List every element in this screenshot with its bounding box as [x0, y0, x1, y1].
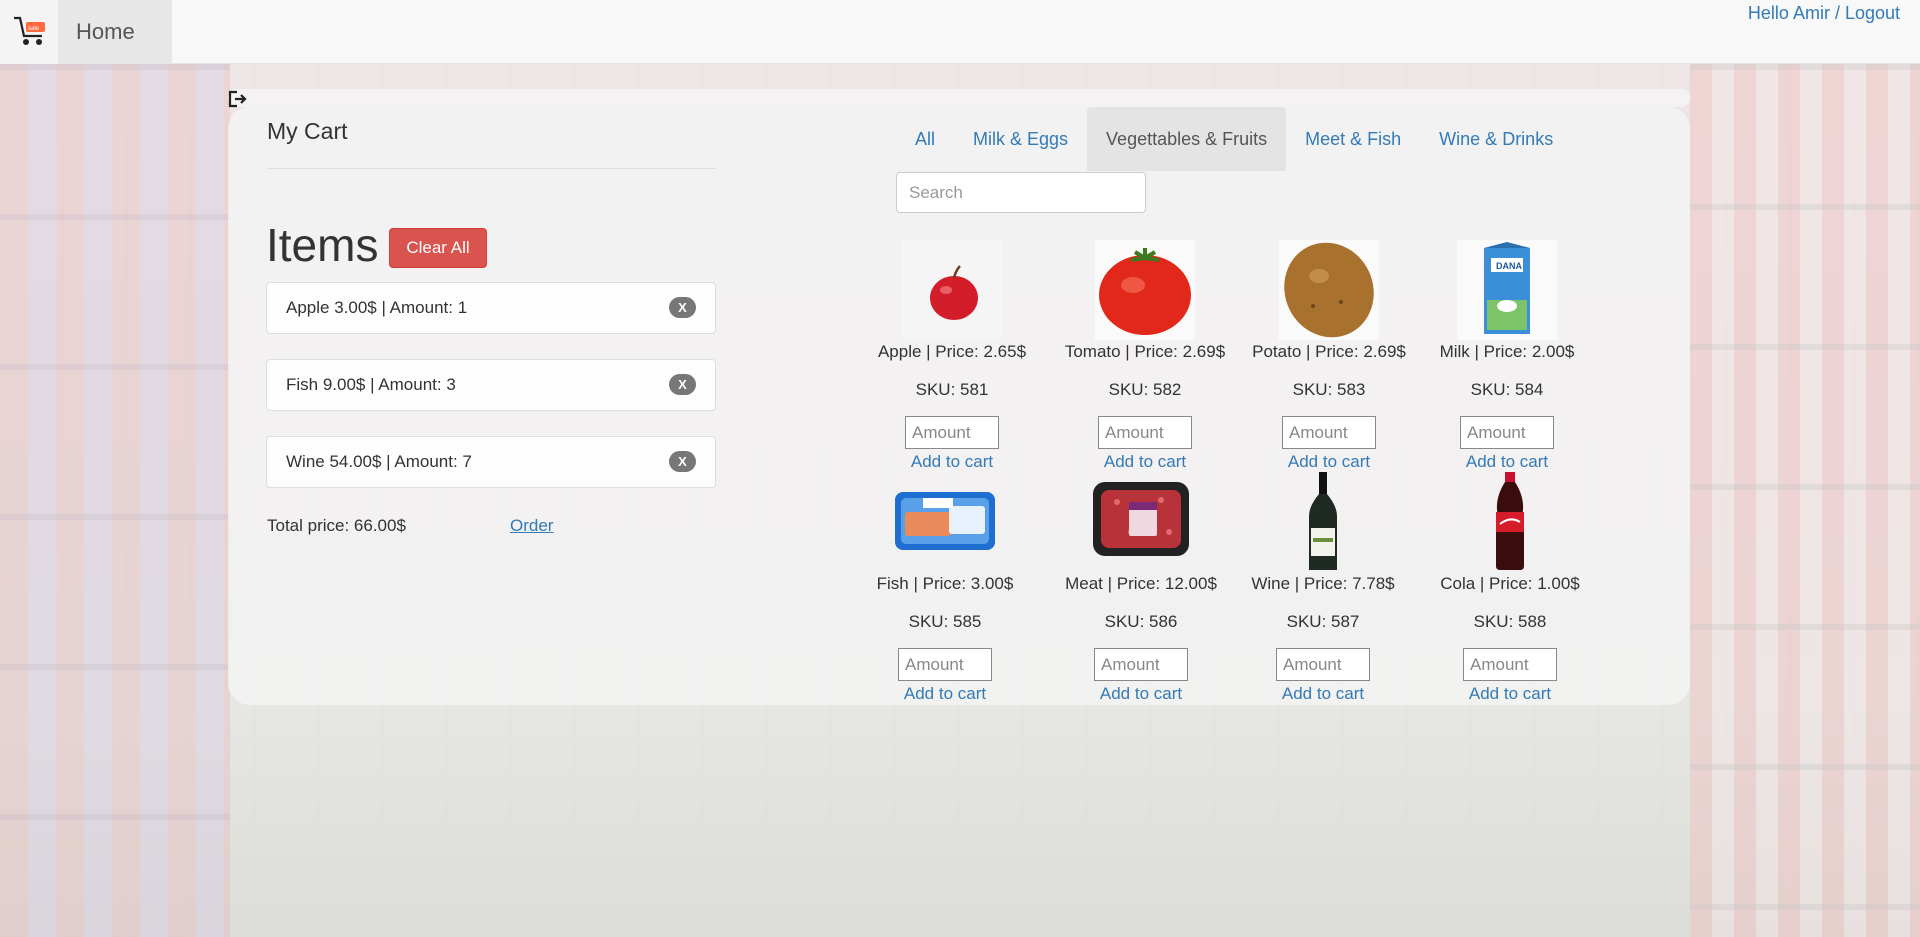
amount-input[interactable]	[905, 416, 999, 449]
brand: sale Home	[0, 0, 172, 64]
clear-all-button[interactable]: Clear All	[389, 228, 487, 268]
product-sku: SKU: 587	[1286, 612, 1360, 631]
product-name: Fish | Price: 3.00$	[876, 574, 1014, 593]
add-to-cart-link[interactable]: Add to cart	[860, 452, 1044, 472]
product-sku: SKU: 581	[915, 380, 989, 399]
items-heading: Items	[266, 219, 379, 271]
navbar: sale Home Hello Amir / Logout	[0, 0, 1920, 64]
meat-package-image	[1091, 472, 1191, 572]
product-sku: SKU: 584	[1470, 380, 1544, 399]
add-to-cart-link[interactable]: Add to cart	[1237, 452, 1421, 472]
sign-out-icon[interactable]	[228, 90, 248, 113]
cart-item-label: Apple 3.00$ | Amount: 1	[286, 298, 468, 317]
product-sku: SKU: 588	[1473, 612, 1547, 631]
product-card: Potato | Price: 2.69$ SKU: 583 Add to ca…	[1237, 240, 1421, 472]
shopping-cart-icon[interactable]: sale	[0, 0, 58, 64]
amount-input[interactable]	[898, 648, 992, 681]
background-shelf-right	[1690, 64, 1920, 937]
tab-wine-drinks[interactable]: Wine & Drinks	[1420, 107, 1572, 171]
product-card: Wine | Price: 7.78$ SKU: 587 Add to cart	[1231, 470, 1415, 704]
milk-carton-image: DANA	[1457, 240, 1557, 340]
category-tabs: All Milk & Eggs Vegettables & Fruits Mee…	[896, 107, 1572, 171]
product-sku: SKU: 585	[908, 612, 982, 631]
amount-input[interactable]	[1094, 648, 1188, 681]
cart-item-label: Wine 54.00$ | Amount: 7	[286, 452, 472, 471]
home-link[interactable]: Home	[76, 19, 135, 45]
product-sku: SKU: 586	[1104, 612, 1178, 631]
add-to-cart-link[interactable]: Add to cart	[1418, 684, 1602, 704]
add-to-cart-link[interactable]: Add to cart	[1049, 684, 1233, 704]
wine-bottle-image	[1273, 470, 1373, 572]
product-sku: SKU: 583	[1292, 380, 1366, 399]
product-card: Tomato | Price: 2.69$ SKU: 582 Add to ca…	[1053, 240, 1237, 472]
tab-meat-fish[interactable]: Meet & Fish	[1286, 107, 1420, 171]
add-to-cart-link[interactable]: Add to cart	[1415, 452, 1599, 472]
product-name: Wine | Price: 7.78$	[1251, 574, 1395, 593]
remove-item-button[interactable]: X	[669, 374, 696, 395]
amount-input[interactable]	[1098, 416, 1192, 449]
product-name: Milk | Price: 2.00$	[1439, 342, 1575, 361]
apple-image	[902, 240, 1002, 340]
product-name: Cola | Price: 1.00$	[1440, 574, 1580, 593]
total-price: Total price: 66.00$	[267, 516, 406, 535]
amount-input[interactable]	[1463, 648, 1557, 681]
amount-input[interactable]	[1282, 416, 1376, 449]
svg-text:DANA: DANA	[1496, 261, 1522, 271]
cart-item: Fish 9.00$ | Amount: 3 X	[266, 359, 716, 411]
add-to-cart-link[interactable]: Add to cart	[1231, 684, 1415, 704]
tab-vegetables-fruits[interactable]: Vegettables & Fruits	[1087, 107, 1287, 171]
tomato-image	[1095, 240, 1195, 340]
potato-image	[1279, 240, 1379, 340]
divider	[267, 168, 716, 169]
product-sku: SKU: 582	[1108, 380, 1182, 399]
background-shelf-left	[0, 64, 230, 937]
product-name: Potato | Price: 2.69$	[1252, 342, 1406, 361]
svg-text:sale: sale	[28, 26, 40, 32]
fish-package-image	[895, 472, 995, 572]
user-greeting-logout[interactable]: Hello Amir / Logout	[1748, 3, 1900, 24]
remove-item-button[interactable]: X	[669, 297, 696, 318]
cart-item: Apple 3.00$ | Amount: 1 X	[266, 282, 716, 334]
order-link[interactable]: Order	[510, 516, 553, 536]
product-card: Meat | Price: 12.00$ SKU: 586 Add to car…	[1049, 472, 1233, 704]
product-card: Apple | Price: 2.65$ SKU: 581 Add to car…	[860, 240, 1044, 472]
panel-top-strip	[228, 89, 1690, 107]
product-name: Tomato | Price: 2.69$	[1064, 342, 1226, 361]
tab-milk-eggs[interactable]: Milk & Eggs	[954, 107, 1087, 171]
add-to-cart-link[interactable]: Add to cart	[1053, 452, 1237, 472]
cart-title: My Cart	[267, 118, 348, 144]
remove-item-button[interactable]: X	[669, 451, 696, 472]
product-card: DANA Milk | Price: 2.00$ SKU: 584 Add to…	[1415, 240, 1599, 472]
product-card: Cola | Price: 1.00$ SKU: 588 Add to cart	[1418, 472, 1602, 704]
amount-input[interactable]	[1460, 416, 1554, 449]
cart-item: Wine 54.00$ | Amount: 7 X	[266, 436, 716, 488]
cart-item-label: Fish 9.00$ | Amount: 3	[286, 375, 456, 394]
search-input[interactable]	[896, 172, 1146, 213]
product-name: Apple | Price: 2.65$	[877, 342, 1027, 361]
amount-input[interactable]	[1276, 648, 1370, 681]
product-card: Fish | Price: 3.00$ SKU: 585 Add to cart	[853, 472, 1037, 704]
add-to-cart-link[interactable]: Add to cart	[853, 684, 1037, 704]
cola-bottle-image	[1460, 472, 1560, 572]
product-name: Meat | Price: 12.00$	[1065, 574, 1217, 593]
tab-all[interactable]: All	[896, 107, 954, 171]
